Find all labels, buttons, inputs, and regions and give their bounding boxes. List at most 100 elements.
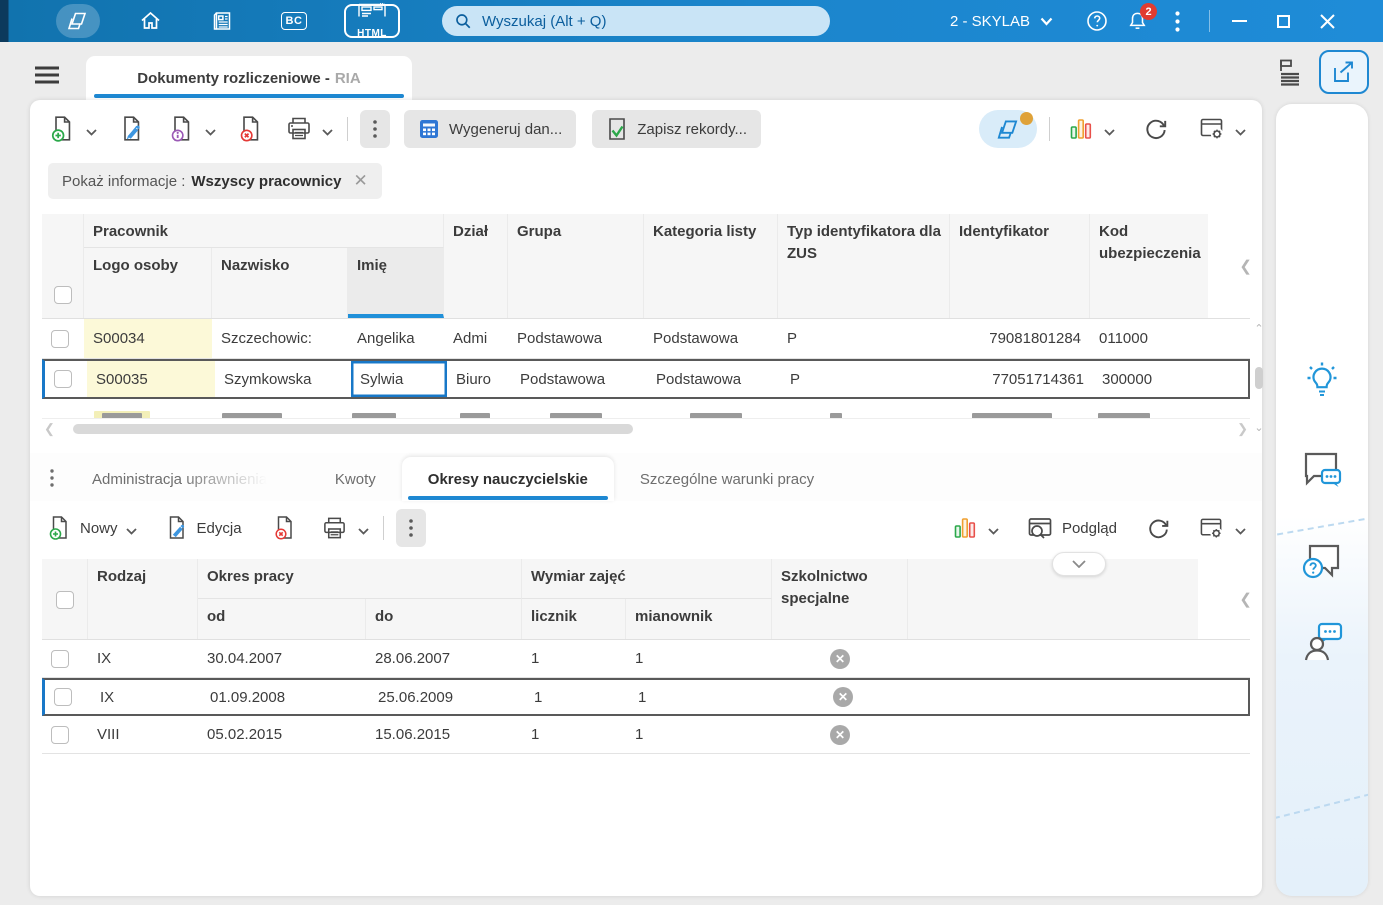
row-checkbox[interactable] <box>51 649 69 668</box>
cell-grupa[interactable]: Podstawowa <box>508 319 644 358</box>
more-period-actions-button[interactable] <box>395 509 426 547</box>
cell-mianownik[interactable]: 1 <box>629 680 775 714</box>
edit-record-button[interactable] <box>113 109 151 149</box>
new-record-button[interactable] <box>44 109 82 149</box>
preview-button[interactable]: Podgląd <box>1023 516 1121 541</box>
column-mianownik[interactable]: mianownik <box>626 599 772 639</box>
column-grupa[interactable]: Grupa <box>508 214 644 318</box>
suggestions-button[interactable] <box>1301 358 1343 402</box>
table-row[interactable]: S00034 Szczechowic: Angelika Admi Podsta… <box>42 319 1250 359</box>
column-identyfikator[interactable]: Identyfikator <box>950 214 1090 318</box>
cell-licznik[interactable]: 1 <box>522 640 626 677</box>
filter-chip[interactable]: Pokaż informacje : Wszyscy pracownicy ✕ <box>48 163 382 199</box>
notifications-button[interactable]: 2 <box>1119 3 1158 37</box>
horizontal-scroll-thumb[interactable] <box>72 424 633 434</box>
cell-typ-id[interactable]: P <box>781 361 953 397</box>
cell-rodzaj[interactable]: IX <box>88 640 198 677</box>
cell-kod[interactable]: 300000 <box>1093 361 1211 397</box>
print-periods-button[interactable] <box>316 508 354 548</box>
collapse-columns-icon[interactable]: ❮ <box>1239 590 1252 608</box>
cell-dzial[interactable]: Admi <box>444 319 508 358</box>
table-settings-dropdown[interactable] <box>1235 128 1246 136</box>
titlebar-more-button[interactable] <box>1159 5 1195 37</box>
cell-licznik[interactable]: 1 <box>525 680 629 714</box>
help-center-button[interactable] <box>1300 542 1344 584</box>
cell-do[interactable]: 15.06.2015 <box>366 716 522 753</box>
cell-mianownik[interactable]: 1 <box>626 716 772 753</box>
cell-typ-id[interactable]: P <box>778 319 950 358</box>
news-button[interactable] <box>200 4 244 38</box>
detail-tabs-more-button[interactable] <box>50 469 54 487</box>
close-button[interactable] <box>1308 4 1346 38</box>
cell-imie-focused[interactable]: Sylwia <box>351 361 447 397</box>
tab-okresy-nauczycielskie[interactable]: Okresy nauczycielskie <box>401 457 614 501</box>
select-all-periods-checkbox[interactable] <box>55 591 74 609</box>
print-periods-dropdown[interactable] <box>357 527 369 535</box>
analysis-button[interactable] <box>1062 109 1100 149</box>
layers-module-button[interactable] <box>56 4 100 38</box>
tab-kwoty[interactable]: Kwoty <box>309 457 402 501</box>
collapse-panel-handle[interactable] <box>1052 552 1106 576</box>
cell-nazwisko[interactable]: Szymkowska <box>215 361 351 397</box>
cell-rodzaj[interactable]: VIII <box>88 716 198 753</box>
table-row-selected[interactable]: S00035 Szymkowska Sylwia Biuro Podstawow… <box>42 359 1250 399</box>
edit-period-button[interactable]: Edycja <box>161 515 246 541</box>
task-list-button[interactable] <box>1277 58 1303 86</box>
refresh-periods-button[interactable] <box>1139 508 1177 548</box>
filter-remove-icon[interactable]: ✕ <box>353 171 367 191</box>
bc-module-button[interactable]: BC <box>272 4 316 38</box>
column-typ-identyfikatora[interactable]: Typ identyfikatora dla ZUS <box>778 214 950 318</box>
home-button[interactable] <box>128 4 172 38</box>
refresh-button[interactable] <box>1137 109 1175 149</box>
column-do[interactable]: do <box>366 599 522 639</box>
global-search[interactable] <box>442 6 830 36</box>
periods-table-settings-button[interactable] <box>1193 508 1231 548</box>
new-period-dropdown[interactable] <box>125 527 137 535</box>
cell-logo[interactable]: S00035 <box>87 361 215 397</box>
column-imie-sorted[interactable]: Imię <box>348 248 444 318</box>
delete-record-button[interactable] <box>232 109 270 149</box>
periods-table-settings-dropdown[interactable] <box>1235 527 1246 535</box>
tab-szczegolne-warunki-pracy[interactable]: Szczególne warunki pracy <box>614 457 840 501</box>
cell-kod[interactable]: 011000 <box>1090 319 1208 358</box>
row-checkbox[interactable] <box>51 725 69 744</box>
generate-data-button[interactable]: Wygeneruj dan... <box>404 110 577 148</box>
main-menu-button[interactable] <box>34 66 60 84</box>
cell-logo[interactable]: S00034 <box>84 319 212 358</box>
help-button[interactable] <box>1079 5 1115 37</box>
scroll-right-icon[interactable]: ❯ <box>1237 421 1248 437</box>
column-kategoria-listy[interactable]: Kategoria listy <box>644 214 778 318</box>
column-od[interactable]: od <box>198 599 366 639</box>
info-record-dropdown[interactable] <box>205 128 216 136</box>
print-button[interactable] <box>280 109 318 149</box>
table-row[interactable]: VIII 05.02.2015 15.06.2015 1 1 ✕ <box>42 716 1250 754</box>
tab-administracja-uprawnieniami[interactable]: Administracja uprawnieniami <box>66 457 309 501</box>
column-kod-ubezpieczenia[interactable]: Kod ubezpieczenia <box>1090 214 1208 318</box>
share-button[interactable] <box>1319 50 1369 94</box>
row-checkbox[interactable] <box>54 370 72 388</box>
cell-kategoria[interactable]: Podstawowa <box>644 319 778 358</box>
column-nazwisko[interactable]: Nazwisko <box>212 248 348 318</box>
view-layers-toggle[interactable] <box>979 110 1037 148</box>
column-licznik[interactable]: licznik <box>522 599 626 639</box>
cell-licznik[interactable]: 1 <box>522 716 626 753</box>
cell-mianownik[interactable]: 1 <box>626 640 772 677</box>
tab-dokumenty-rozliczeniowe[interactable]: Dokumenty rozliczeniowe - RIA <box>86 56 412 100</box>
column-szkolnictwo-specjalne[interactable]: Szkolnictwo specjalne <box>772 559 908 639</box>
cell-dzial[interactable]: Biuro <box>447 361 511 397</box>
print-dropdown[interactable] <box>322 128 333 136</box>
table-row[interactable]: IX 30.04.2007 28.06.2007 1 1 ✕ <box>42 640 1250 678</box>
profile-selector[interactable]: 2 - SKYLAB <box>950 13 1053 30</box>
html-module-button[interactable]: HTML <box>344 2 400 39</box>
cell-od[interactable]: 05.02.2015 <box>198 716 366 753</box>
row-checkbox[interactable] <box>54 688 72 706</box>
cell-od[interactable]: 01.09.2008 <box>201 680 369 714</box>
column-rodzaj[interactable]: Rodzaj <box>88 559 198 639</box>
column-group-pracownik[interactable]: Pracownik <box>84 214 444 248</box>
column-group-wymiar-zajec[interactable]: Wymiar zajęć <box>522 559 772 599</box>
info-record-button[interactable] <box>163 109 201 149</box>
analysis-dropdown[interactable] <box>1104 128 1115 136</box>
cell-imie[interactable]: Angelika <box>348 319 444 358</box>
column-group-okres-pracy[interactable]: Okres pracy <box>198 559 522 599</box>
cell-kategoria[interactable]: Podstawowa <box>647 361 781 397</box>
